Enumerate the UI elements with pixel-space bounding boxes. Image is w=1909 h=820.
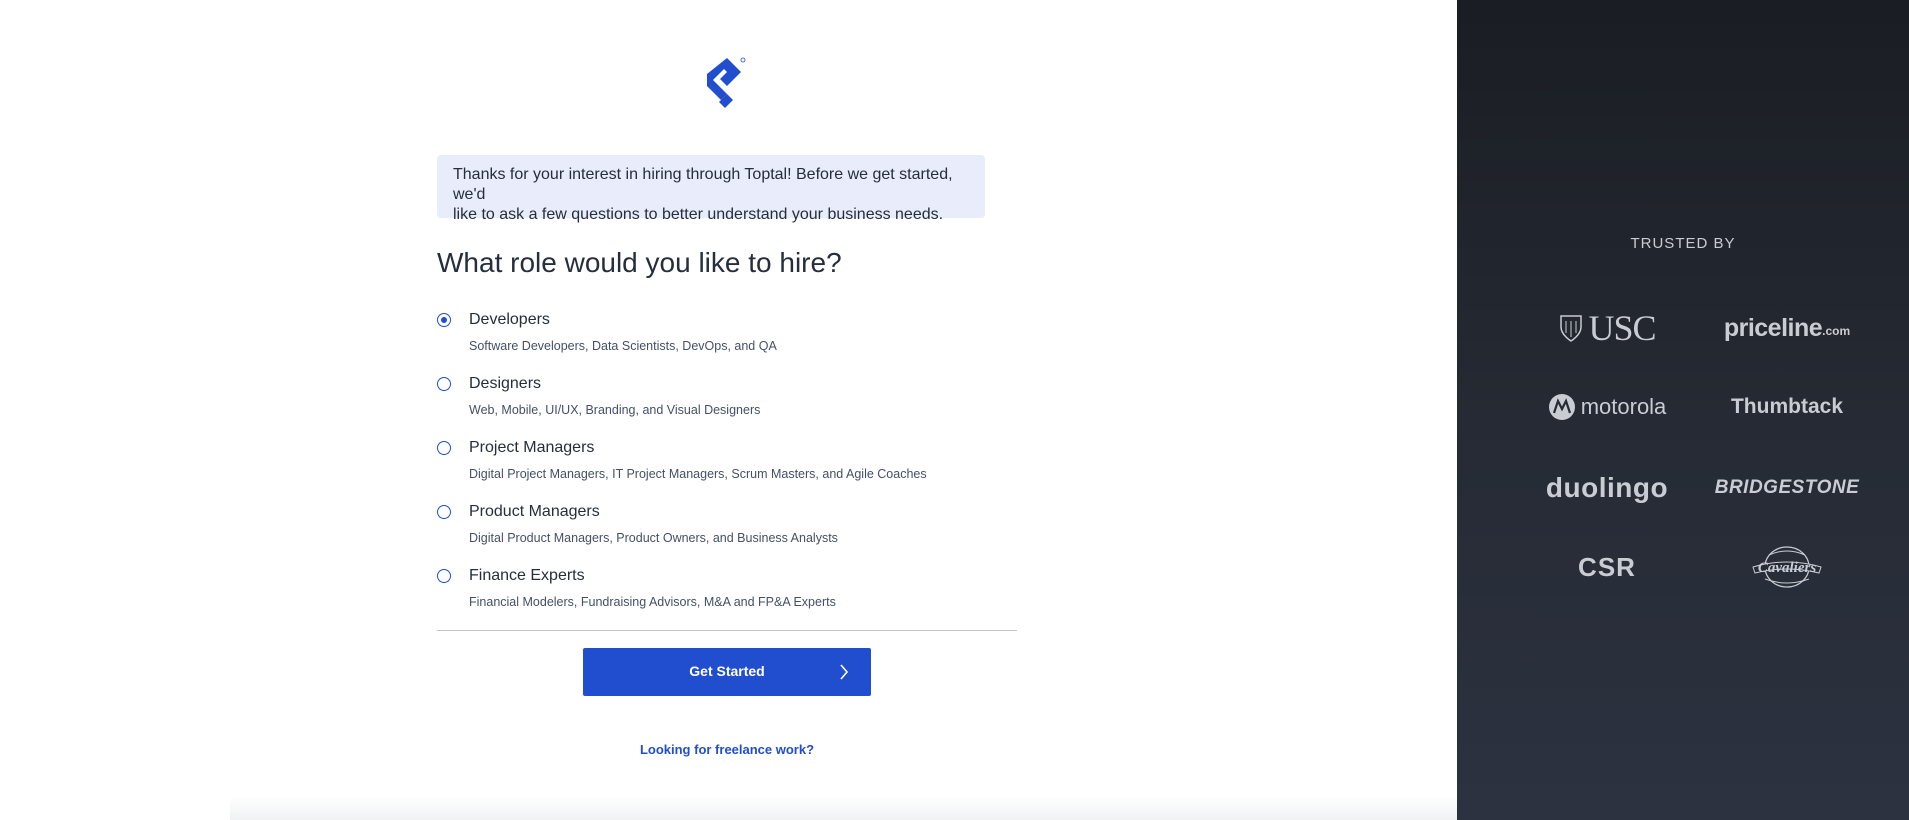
option-description: Web, Mobile, UI/UX, Branding, and Visual… [469, 403, 761, 417]
motorola-logo: motorola [1517, 382, 1697, 432]
thumbtack-logo: Thumbtack [1697, 382, 1877, 432]
thumbtack-logo-text: Thumbtack [1730, 395, 1843, 418]
option-finance-experts[interactable]: Finance Experts Financial Modelers, Fund… [437, 566, 1017, 630]
priceline-logo-text: priceline [1723, 313, 1823, 342]
option-description: Digital Product Managers, Product Owners… [469, 531, 838, 545]
motorola-batwing-icon [1548, 394, 1575, 420]
csr-logo: CSR [1517, 542, 1697, 592]
intro-line-2: like to ask a few questions to better un… [453, 206, 944, 223]
option-title: Developers [469, 311, 550, 328]
radio-developers[interactable] [437, 313, 451, 327]
duolingo-logo-text: duolingo [1545, 472, 1669, 503]
option-description: Digital Project Managers, IT Project Man… [469, 467, 927, 481]
cavaliers-logo: Cavaliers [1697, 542, 1877, 592]
radio-designers[interactable] [437, 377, 451, 391]
option-product-managers[interactable]: Product Managers Digital Product Manager… [437, 502, 1017, 566]
bridgestone-logo-text: BRIDGESTONE [1714, 477, 1860, 498]
option-designers[interactable]: Designers Web, Mobile, UI/UX, Branding, … [437, 374, 1017, 438]
cavaliers-logo-icon: Cavaliers [1752, 546, 1822, 588]
radio-product-managers[interactable] [437, 505, 451, 519]
get-started-button[interactable]: Get Started [583, 648, 871, 696]
freelance-work-link[interactable]: Looking for freelance work? [600, 742, 854, 757]
option-title: Product Managers [469, 503, 600, 520]
usc-logo-text: USC [1588, 308, 1656, 348]
cavaliers-logo-text: Cavaliers [1758, 560, 1816, 576]
trusted-by-heading: TRUSTED BY [1630, 235, 1736, 252]
toptal-logo-icon [707, 57, 746, 108]
bridgestone-logo: BRIDGESTONE [1697, 463, 1877, 513]
footer-shadow [230, 796, 1457, 820]
divider [437, 630, 1017, 631]
option-description: Financial Modelers, Fundraising Advisors… [469, 595, 836, 609]
radio-project-managers[interactable] [437, 441, 451, 455]
radio-finance-experts[interactable] [437, 569, 451, 583]
option-title: Project Managers [469, 439, 595, 456]
option-description: Software Developers, Data Scientists, De… [469, 339, 777, 353]
usc-seal-icon [1560, 315, 1583, 342]
option-project-managers[interactable]: Project Managers Digital Project Manager… [437, 438, 1017, 502]
option-title: Finance Experts [469, 567, 585, 584]
option-title: Designers [469, 375, 542, 392]
main-panel: Thanks for your interest in hiring throu… [0, 0, 1457, 820]
csr-logo-text: CSR [1578, 551, 1636, 582]
get-started-label: Get Started [689, 663, 765, 679]
option-developers[interactable]: Developers Software Developers, Data Sci… [437, 310, 1017, 374]
trusted-by-panel: TRUSTED BY USC priceline .com motorola Th… [1457, 0, 1909, 820]
intro-banner: Thanks for your interest in hiring throu… [437, 155, 985, 223]
duolingo-logo: duolingo [1517, 463, 1697, 513]
usc-logo: USC [1517, 303, 1697, 353]
chevron-right-icon [840, 664, 849, 680]
role-question: What role would you like to hire? [437, 247, 842, 278]
role-options: Developers Software Developers, Data Sci… [437, 310, 1017, 630]
motorola-logo-text: motorola [1580, 394, 1667, 419]
priceline-logo: priceline .com [1697, 303, 1877, 353]
priceline-logo-suffix: .com [1822, 324, 1851, 338]
intro-line-1: Thanks for your interest in hiring throu… [453, 166, 953, 203]
